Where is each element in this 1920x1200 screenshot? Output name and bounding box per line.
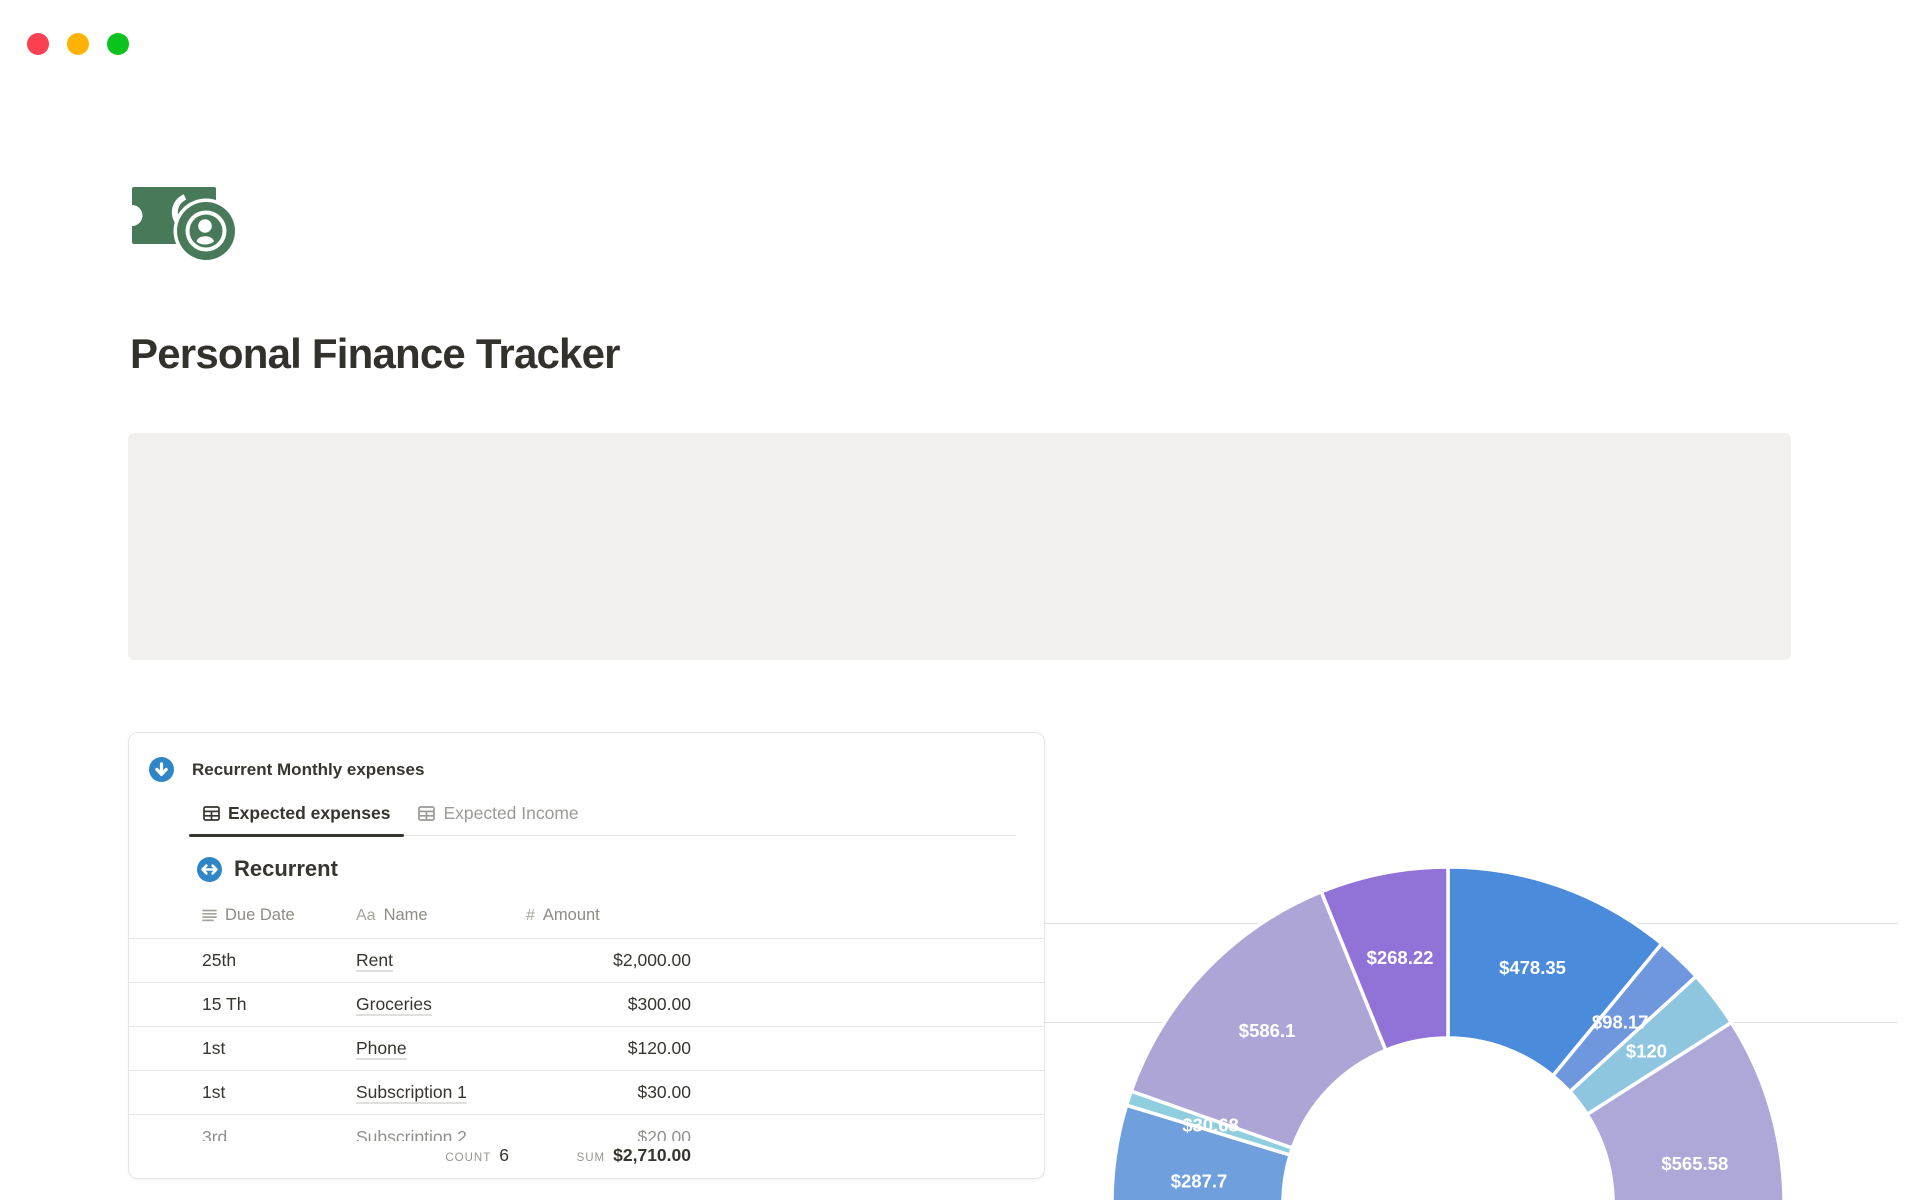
- donut-segment-label: $565.58: [1661, 1153, 1728, 1174]
- tab-label: Expected expenses: [228, 802, 391, 823]
- window-controls: [27, 33, 129, 55]
- notion-window: Personal Finance Tracker Information ▶ H…: [0, 0, 1920, 1200]
- cell-name-link[interactable]: Groceries: [356, 994, 432, 1016]
- donut-segment-label: $268.22: [1367, 947, 1434, 968]
- cell-name: Phone: [356, 1038, 526, 1060]
- column-header-due-date[interactable]: Due Date: [202, 906, 356, 925]
- table-row: 1st Subscription 1 $30.00: [129, 1071, 1044, 1115]
- arrow-down-circle-icon[interactable]: [149, 757, 174, 782]
- cell-due-date[interactable]: 25th: [202, 950, 356, 971]
- cell-amount[interactable]: $20.00: [526, 1127, 691, 1143]
- cell-due-date[interactable]: 1st: [202, 1038, 356, 1059]
- table-row: 25th Rent $2,000.00: [129, 939, 1044, 983]
- cell-name: Subscription 1: [356, 1082, 526, 1104]
- column-header-name[interactable]: Aa Name: [356, 906, 526, 925]
- money-icon[interactable]: [128, 184, 238, 262]
- cell-amount[interactable]: $120.00: [526, 1038, 691, 1059]
- table-icon: [203, 805, 220, 821]
- count-aggregate[interactable]: COUNT 6: [445, 1145, 509, 1166]
- table-body: 25th Rent $2,000.00 15 Th Groceries $300.00 1s…: [129, 938, 1044, 1142]
- cell-due-date[interactable]: 15 Th: [202, 994, 356, 1015]
- table-header-row: Due Date Aa Name # Amount: [129, 893, 1044, 938]
- tab-label: Expected Income: [443, 802, 579, 823]
- cell-name-link[interactable]: Rent: [356, 950, 393, 972]
- view-tabs: Expected expenses Expected Income: [189, 791, 1016, 837]
- cell-amount[interactable]: $2,000.00: [526, 950, 691, 971]
- information-callout: Information ▶ How do I set up my persona…: [128, 433, 1898, 1066]
- card-header: Recurrent Monthly expenses: [149, 757, 424, 782]
- tab-expected-income[interactable]: Expected Income: [404, 791, 592, 835]
- donut-chart-svg[interactable]: $478.35 $98.17 $120 $565.58 $287.7 $30.68 $586…: [1090, 850, 1830, 1200]
- card-title: Recurrent Monthly expenses: [192, 759, 425, 779]
- sum-aggregate[interactable]: SUM $2,710.00: [577, 1145, 691, 1166]
- text-lines-icon: [202, 909, 217, 922]
- expenses-donut-chart: $478.35 $98.17 $120 $565.58 $287.7 $30.68 $586…: [1090, 850, 1830, 1200]
- cell-name: Rent: [356, 950, 526, 972]
- cell-name: Subscription 2: [356, 1126, 526, 1142]
- minimize-window-button[interactable]: [67, 33, 89, 55]
- zoom-window-button[interactable]: [107, 33, 129, 55]
- recurrent-database-link[interactable]: Recurrent: [197, 856, 338, 882]
- text-property-icon: Aa: [356, 906, 376, 924]
- tab-expected-expenses[interactable]: Expected expenses: [189, 791, 405, 837]
- number-property-icon: #: [526, 906, 535, 924]
- table-row: 3rd Subscription 2 $20.00: [129, 1115, 1044, 1142]
- donut-segment-label: $98.17: [1592, 1011, 1649, 1032]
- cell-due-date[interactable]: 3rd: [202, 1127, 356, 1143]
- section-title: Recurrent: [234, 856, 338, 881]
- donut-segment-label: $30.68: [1182, 1114, 1239, 1135]
- column-header-amount[interactable]: # Amount: [526, 906, 691, 925]
- cell-name-link[interactable]: Phone: [356, 1038, 407, 1060]
- table-icon: [418, 805, 436, 821]
- page-title: Personal Finance Tracker: [130, 330, 621, 377]
- table-row: 15 Th Groceries $300.00: [129, 983, 1044, 1027]
- table-footer: COUNT 6 SUM $2,710.00: [129, 1141, 1044, 1177]
- table-row: 1st Phone $120.00: [129, 1027, 1044, 1071]
- recurrent-expenses-card: Recurrent Monthly expenses Expected expe…: [128, 732, 1045, 1179]
- donut-segment-label: $120: [1626, 1040, 1667, 1061]
- donut-segment-label: $287.7: [1171, 1170, 1228, 1191]
- cell-amount[interactable]: $300.00: [526, 994, 691, 1015]
- cell-name-link[interactable]: Subscription 1: [356, 1082, 467, 1104]
- cell-due-date[interactable]: 1st: [202, 1082, 356, 1103]
- left-right-arrows-circle-icon: [197, 856, 222, 882]
- donut-segment-label: $478.35: [1499, 957, 1566, 978]
- close-window-button[interactable]: [27, 33, 49, 55]
- cell-amount[interactable]: $30.00: [526, 1082, 691, 1103]
- cell-name: Groceries: [356, 994, 526, 1016]
- cell-name-link[interactable]: Subscription 2: [356, 1126, 467, 1142]
- donut-segment-label: $586.1: [1239, 1020, 1296, 1041]
